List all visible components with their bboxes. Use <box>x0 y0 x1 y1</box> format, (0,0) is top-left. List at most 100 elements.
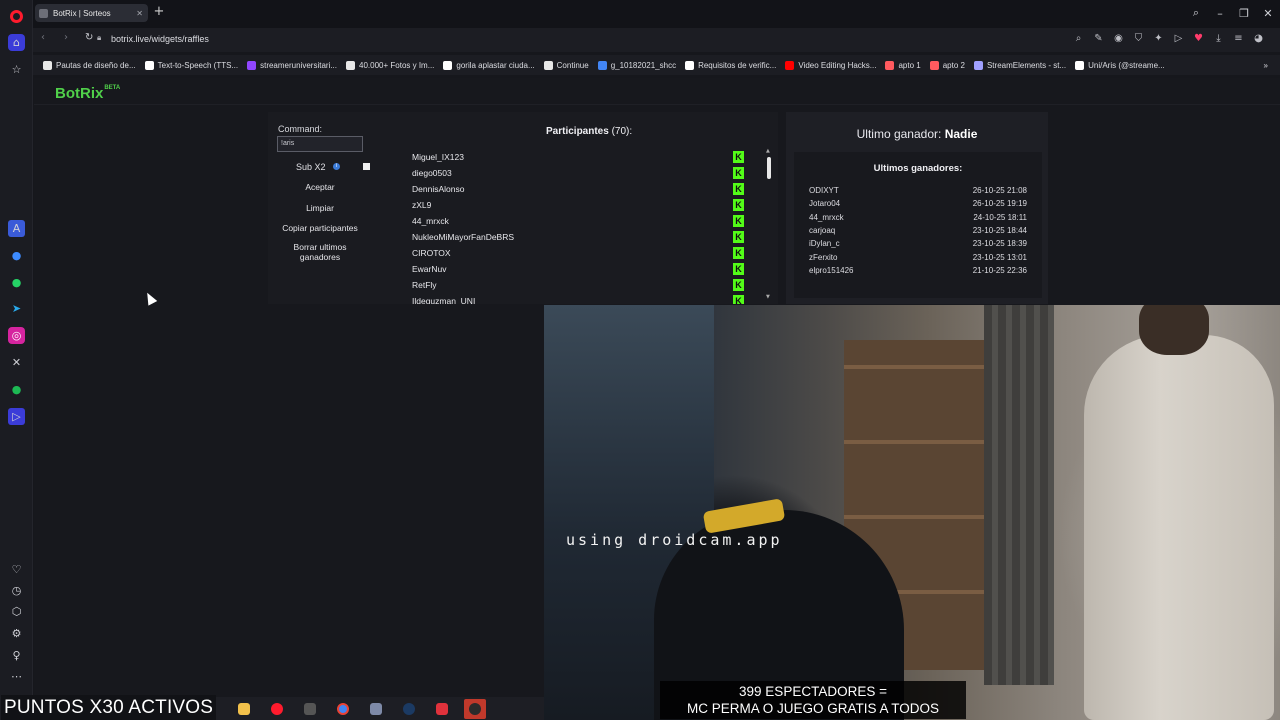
extension-icon[interactable]: ✦ <box>1153 31 1164 45</box>
file-explorer-icon[interactable] <box>233 699 255 719</box>
participants-list[interactable]: Miguel_IX123 Kdiego0503 K DennisAlonso KzXL9… <box>402 148 762 304</box>
winner-name: 44_mrxck <box>809 212 844 222</box>
bookmark-item[interactable]: Continue <box>543 60 589 70</box>
winner-date: 23-10-25 18:39 <box>972 239 1027 249</box>
bookmark-favicon-icon <box>929 60 939 70</box>
spotify-icon[interactable]: ● <box>8 381 25 398</box>
last-winner-label: Ultimo ganador: <box>856 127 942 141</box>
player-icon[interactable]: ▷ <box>8 408 25 425</box>
close-button[interactable]: ✕ <box>1256 0 1280 26</box>
participants-label: Participantes <box>546 126 609 137</box>
tips-icon[interactable]: ♀ <box>8 647 25 664</box>
clear-button[interactable]: Limpiar <box>278 203 362 213</box>
bookmark-item[interactable]: Pautas de diseño de... <box>43 60 136 70</box>
bookmark-label: g_10182021_shcc <box>610 60 677 70</box>
tab-close-icon[interactable]: ✕ <box>136 9 143 18</box>
bookmark-item[interactable]: Video Editing Hacks... <box>785 60 876 70</box>
bookmark-item[interactable]: StreamElements - st... <box>973 60 1066 70</box>
history-icon[interactable]: ◷ <box>8 582 25 599</box>
bookmark-label: apto 2 <box>942 60 965 70</box>
heart-fill-icon[interactable]: ♥ <box>1193 31 1204 45</box>
scroll-up-icon[interactable]: ▲ <box>766 148 770 154</box>
instagram-icon[interactable]: ◎ <box>8 327 25 344</box>
forward-icon[interactable]: › <box>64 32 68 43</box>
sub-x2-checkbox[interactable] <box>363 163 370 170</box>
back-icon[interactable]: ‹ <box>41 32 45 43</box>
delete-winners-button[interactable]: Borrar ultimos ganadores <box>278 242 362 262</box>
copy-participants-button[interactable]: Copiar participantes <box>278 223 362 233</box>
bookmark-item[interactable]: Text-to-Speech (TTS... <box>144 60 238 70</box>
caption-line-2: MC PERMA O JUEGO GRATIS A TODOS <box>686 701 940 716</box>
camera-icon[interactable]: ◉ <box>1113 31 1124 45</box>
kick-platform-icon: K <box>733 151 744 163</box>
bookmark-item[interactable]: Requisitos de verific... <box>685 60 776 70</box>
last-winner: Ultimo ganador: Nadie <box>786 127 1048 141</box>
participants-title: Participantes (70): <box>546 126 632 137</box>
obs-icon[interactable] <box>464 698 486 719</box>
tab-favicon-icon <box>39 8 48 18</box>
maximize-button[interactable]: ❐ <box>1232 0 1256 26</box>
play-icon[interactable]: ▷ <box>1173 31 1184 45</box>
bookmark-label: gorila aplastar ciuda... <box>456 60 535 70</box>
opera-taskbar-icon[interactable] <box>266 699 288 719</box>
info-icon[interactable]: i <box>333 163 340 170</box>
new-tab-button[interactable]: + <box>152 5 166 19</box>
opera-logo-icon[interactable] <box>8 8 25 25</box>
bookmark-label: Pautas de diseño de... <box>56 60 136 70</box>
pin-icon[interactable]: ☆ <box>8 61 25 78</box>
extensions-icon[interactable]: ⬡ <box>8 603 25 620</box>
aria-icon[interactable]: A <box>8 220 25 237</box>
participant-name: zXL9 <box>412 200 432 210</box>
bookmark-item[interactable]: apto 2 <box>929 60 965 70</box>
botrix-logo[interactable]: BotRixBETA <box>55 85 120 102</box>
reload-icon[interactable]: ↻ <box>85 32 93 43</box>
participant-name: NukleoMiMayorFanDeBRS <box>412 232 515 242</box>
bookmarks-overflow-icon[interactable]: » <box>1264 61 1268 70</box>
tab-botrix[interactable]: BotRix | Sorteos ✕ <box>35 4 148 22</box>
tab-title: BotRix | Sorteos <box>53 8 111 18</box>
search-tabs-icon[interactable]: ⌕ <box>1184 0 1208 26</box>
participant-name: Ildeguzman_UNI <box>412 296 476 304</box>
command-input[interactable]: !aris <box>277 136 363 152</box>
accept-button[interactable]: Aceptar <box>278 182 362 192</box>
streamlabs-icon[interactable] <box>431 699 453 719</box>
browser-sidebar: ⌂ ☆ A ● ● ➤ ◎ ✕ ● ▷ ♡ ◷ ⬡ ⚙ ♀ ⋯ <box>0 0 33 697</box>
profile-icon[interactable]: ◕ <box>1253 31 1264 45</box>
bookmark-item[interactable]: gorila aplastar ciuda... <box>443 60 535 70</box>
bookmark-item[interactable]: apto 1 <box>885 60 921 70</box>
x-twitter-icon[interactable]: ✕ <box>8 354 25 371</box>
heart-icon[interactable]: ♡ <box>8 561 25 578</box>
search-icon[interactable]: ⌕ <box>1073 31 1084 45</box>
chrome-icon[interactable] <box>332 699 354 719</box>
more-icon[interactable]: ⋯ <box>8 668 25 685</box>
lock-icon[interactable]: 🔒︎ <box>97 33 105 43</box>
minimize-button[interactable]: – <box>1208 0 1232 26</box>
app-window-icon[interactable] <box>365 699 387 719</box>
bookmark-favicon-icon <box>885 60 895 70</box>
messenger-icon[interactable]: ● <box>8 247 25 264</box>
download-icon[interactable]: ⤓ <box>1213 31 1224 45</box>
cam-shelf-board <box>844 365 984 369</box>
bookmark-item[interactable]: g_10182021_shcc <box>597 60 677 70</box>
participant-row: Miguel_IX123 K <box>412 150 752 164</box>
scroll-down-icon[interactable]: ▼ <box>766 294 770 300</box>
shield-icon[interactable]: ⛉ <box>1133 31 1144 45</box>
url-field[interactable]: botrix.live/widgets/raffles <box>111 34 209 44</box>
steam-icon[interactable] <box>398 699 420 719</box>
whatsapp-icon[interactable]: ● <box>8 274 25 291</box>
app-icon[interactable] <box>299 699 321 719</box>
recent-winners-title: Ultimos ganadores: <box>873 163 963 174</box>
bookmark-item[interactable]: streameruniversitari... <box>247 60 337 70</box>
taskbar-apps <box>233 697 486 720</box>
telegram-icon[interactable]: ➤ <box>8 300 25 317</box>
participant-row: 44_mrxck K <box>412 214 752 228</box>
kick-platform-icon: K <box>733 231 744 243</box>
bookmark-item[interactable]: 40.000+ Fotos y Im... <box>346 60 434 70</box>
participants-scrollbar[interactable] <box>767 157 771 179</box>
participant-row: diego0503 K <box>412 166 752 180</box>
menu-icon[interactable]: ≡ <box>1233 31 1244 45</box>
bookmark-item[interactable]: Uni/Aris (@streame... <box>1075 60 1165 70</box>
settings-icon[interactable]: ⚙ <box>8 625 25 642</box>
home-icon[interactable]: ⌂ <box>8 34 25 51</box>
edit-icon[interactable]: ✎ <box>1093 31 1104 45</box>
